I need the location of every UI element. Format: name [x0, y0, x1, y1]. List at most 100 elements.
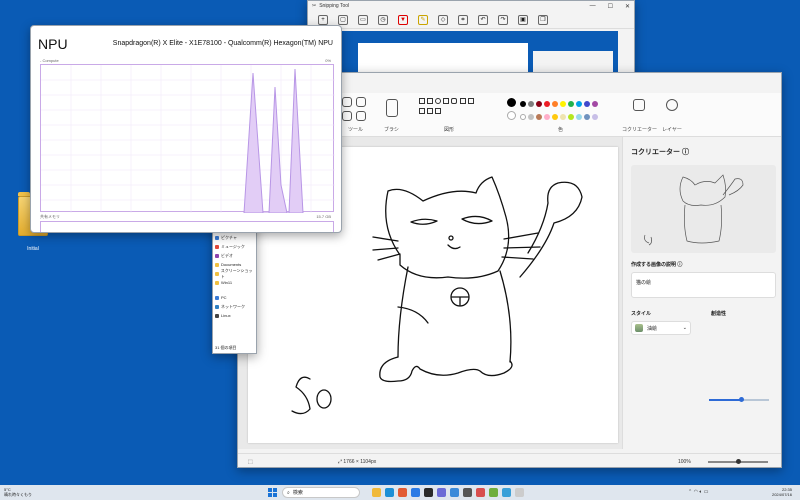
highlighter-icon[interactable]: ✎	[418, 14, 428, 25]
battery-icon[interactable]: ▭	[704, 489, 709, 495]
crop-icon[interactable]: ⌗	[458, 14, 468, 25]
oval-shape-icon[interactable]	[435, 98, 441, 104]
close-icon[interactable]: ✕	[625, 3, 630, 10]
screenshot-mode-icon[interactable]: ▢	[338, 14, 348, 25]
brush-icon[interactable]	[386, 99, 398, 117]
primary-color-swatch[interactable]	[507, 98, 516, 107]
info-icon[interactable]: ⓘ	[677, 262, 682, 268]
weather-widget[interactable]: 5°C 晴れ時々くもり	[4, 487, 32, 497]
palette-swatch[interactable]	[583, 114, 590, 120]
polygon-shape-icon[interactable]	[460, 98, 467, 104]
eraser-icon[interactable]: ◇	[438, 14, 448, 25]
picker-icon[interactable]	[342, 111, 352, 121]
canvas-dimensions: ⤢ 1766 × 1104px	[338, 458, 377, 465]
palette-swatch[interactable]	[543, 114, 550, 120]
nav-item[interactable]: スクリーンショット	[213, 268, 256, 279]
system-tray[interactable]: ⌃ ◠ 🔈︎ ▭	[688, 489, 709, 495]
palette-swatch[interactable]	[527, 114, 534, 120]
info-icon[interactable]: ⓘ	[682, 149, 689, 156]
star-shape-icon[interactable]	[427, 108, 433, 114]
cat-body-right	[499, 270, 512, 363]
shape-mode-icon[interactable]: ▭	[358, 14, 368, 25]
chrome-taskbar-icon[interactable]	[398, 488, 407, 497]
undo-icon[interactable]: ↶	[478, 14, 488, 25]
palette-swatch[interactable]	[543, 101, 550, 107]
palette-swatch[interactable]	[551, 101, 558, 107]
maximize-icon[interactable]: ☐	[608, 3, 613, 10]
store-taskbar-icon[interactable]	[411, 488, 420, 497]
cocreator-icon[interactable]	[633, 99, 645, 111]
diamond-shape-icon[interactable]	[419, 108, 425, 114]
palette-swatch[interactable]	[519, 114, 526, 120]
palette-swatch[interactable]	[535, 114, 542, 120]
layers-icon[interactable]	[666, 99, 678, 111]
creativity-slider[interactable]	[709, 397, 769, 402]
delay-icon[interactable]: ◷	[378, 14, 388, 25]
redo-icon[interactable]: ↷	[498, 14, 508, 25]
palette-swatch[interactable]	[559, 114, 566, 120]
chevron-up-icon[interactable]: ⌃	[688, 489, 692, 495]
curve-shape-icon[interactable]	[427, 98, 433, 104]
triangle-shape-icon[interactable]	[468, 98, 475, 104]
palette-swatch[interactable]	[551, 114, 558, 120]
nav-item[interactable]: PC	[213, 293, 256, 302]
nav-item[interactable]: ビデオ	[213, 251, 256, 260]
new-snip-icon[interactable]: +	[318, 14, 328, 25]
nav-item[interactable]: Linux	[213, 311, 256, 320]
palette-swatch[interactable]	[575, 101, 582, 107]
nav-item[interactable]: ミュージック	[213, 242, 256, 251]
volume-icon[interactable]: 🔈︎	[699, 489, 702, 495]
cocreator-preview[interactable]	[631, 165, 776, 253]
terminal-taskbar-icon[interactable]	[424, 488, 433, 497]
arrow-shape-icon[interactable]	[435, 108, 441, 114]
palette-swatch[interactable]	[527, 101, 534, 107]
line-shape-icon[interactable]	[419, 98, 425, 104]
palette-swatch[interactable]	[567, 101, 574, 107]
task-manager-npu-panel[interactable]: NPU Snapdragon(R) X Elite - X1E78100 - Q…	[30, 25, 342, 233]
pencil-icon[interactable]	[342, 97, 352, 107]
description-input[interactable]: 猫の絵	[631, 272, 776, 298]
zoom-slider[interactable]	[708, 459, 768, 464]
pen-icon[interactable]: ▼	[398, 14, 408, 25]
file-explorer-taskbar-icon[interactable]	[372, 488, 381, 497]
copy-icon[interactable]: ❐	[538, 14, 548, 25]
wifi-icon[interactable]: ◠	[694, 489, 698, 495]
cat-right-eye	[461, 215, 493, 225]
file-explorer-window[interactable]: ピクチャ ミュージック ビデオ Documents スクリーンショット Win1…	[212, 214, 257, 354]
palette-swatch[interactable]	[583, 101, 590, 107]
palette-swatch[interactable]	[559, 101, 566, 107]
palette-swatch[interactable]	[575, 114, 582, 120]
app-taskbar-icon[interactable]	[489, 488, 498, 497]
start-button[interactable]	[268, 488, 277, 497]
snipping-taskbar-icon[interactable]	[476, 488, 485, 497]
palette-swatch[interactable]	[591, 101, 598, 107]
taskmanager-taskbar-icon[interactable]	[463, 488, 472, 497]
zoom-level[interactable]: 100%	[678, 459, 691, 465]
minimize-icon[interactable]: —	[590, 3, 596, 10]
cat-left-eye	[410, 218, 438, 225]
palette-swatch[interactable]	[591, 114, 598, 120]
nav-item[interactable]: ネットワーク	[213, 302, 256, 311]
secondary-color-swatch[interactable]	[507, 111, 516, 120]
palette-swatch[interactable]	[535, 101, 542, 107]
taskbar-search[interactable]: ⌕ 検索	[282, 487, 360, 498]
nav-item[interactable]: ピクチャ	[213, 233, 256, 242]
paint-taskbar-icon[interactable]	[437, 488, 446, 497]
settings-taskbar-icon[interactable]	[515, 488, 524, 497]
slider-knob[interactable]	[739, 397, 744, 402]
app2-taskbar-icon[interactable]	[502, 488, 511, 497]
palette-swatch[interactable]	[567, 114, 574, 120]
palette-swatch[interactable]	[519, 101, 526, 107]
style-dropdown[interactable]: 油絵 ⌄	[631, 321, 691, 335]
fill-icon[interactable]	[356, 97, 366, 107]
shared-memory-graph	[40, 221, 334, 232]
clock[interactable]: 22:35 2024/07/16	[772, 487, 792, 497]
photos-taskbar-icon[interactable]	[450, 488, 459, 497]
rect-shape-icon[interactable]	[443, 98, 449, 104]
window-controls: — ☐ ✕	[590, 3, 630, 10]
zoom-knob[interactable]	[736, 459, 741, 464]
save-icon[interactable]: ▣	[518, 14, 528, 25]
roundrect-shape-icon[interactable]	[451, 98, 457, 104]
magnifier-icon[interactable]	[356, 111, 366, 121]
edge-taskbar-icon[interactable]	[385, 488, 394, 497]
